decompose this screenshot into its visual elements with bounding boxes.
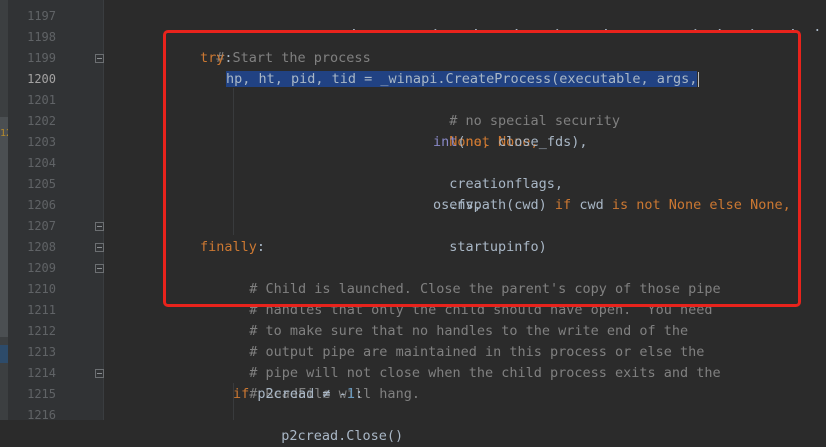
- builtin-name: int: [433, 134, 458, 150]
- code-line[interactable]: if p2cread ≠ -1:: [104, 384, 826, 405]
- line-number: 1211: [27, 303, 56, 317]
- line-number: 1204: [27, 156, 56, 170]
- line-number: 1206: [27, 198, 56, 212]
- fold-toggle-icon[interactable]: [95, 243, 104, 252]
- code-line[interactable]: creationflags,: [104, 153, 826, 192]
- line-number: 1202: [27, 114, 56, 128]
- fold-toggle-icon[interactable]: [95, 54, 104, 63]
- code-line[interactable]: # Start the process: [104, 27, 826, 66]
- fold-toggle-icon[interactable]: [95, 264, 104, 273]
- code-line[interactable]: os.fspath(cwd) if cwd is not None else N…: [104, 195, 826, 216]
- code-line[interactable]: int(not close_fds),: [104, 132, 826, 153]
- keyword: None: [750, 197, 783, 213]
- code-line-current[interactable]: hp, ht, pid, tid = _winapi.CreateProcess…: [104, 69, 826, 90]
- fold-toggle-icon[interactable]: [95, 369, 104, 378]
- code-line[interactable]: # handles that only the child should hav…: [104, 279, 826, 318]
- code-text: os.fspath(cwd): [433, 197, 555, 213]
- operator: ≠: [322, 386, 331, 402]
- code-line[interactable]: finally:: [104, 237, 826, 258]
- punctuation: :: [354, 386, 364, 402]
- line-number: 1212: [27, 324, 56, 338]
- line-number: 1213: [27, 345, 56, 359]
- code-line-partial[interactable]: . , . . , . , . , . . ,: [104, 0, 826, 35]
- keyword: None: [668, 197, 702, 213]
- code-line[interactable]: # Child is launched. Close the parent's …: [104, 258, 826, 297]
- scroll-marker-active: [0, 345, 8, 363]
- keyword: if: [554, 197, 572, 213]
- code-line[interactable]: # ReadFile will hang.: [104, 363, 826, 402]
- code-line[interactable]: # pipe will not close when the child pro…: [104, 342, 826, 381]
- keyword: try: [200, 50, 225, 66]
- keyword: if: [233, 386, 250, 402]
- line-number: 1207: [27, 219, 56, 233]
- punctuation: :: [224, 50, 233, 66]
- scroll-marker: [0, 117, 8, 337]
- keyword: is not: [611, 197, 661, 213]
- line-number: 1210: [27, 282, 56, 296]
- punctuation: :: [256, 239, 266, 255]
- line-number: 1205: [27, 177, 56, 191]
- code-line[interactable]: try:: [104, 48, 826, 69]
- code-line[interactable]: startupinfo): [104, 216, 826, 255]
- code-text: cwd: [571, 197, 612, 213]
- line-number: 1203: [27, 135, 56, 149]
- keyword: else: [709, 197, 742, 213]
- punctuation: ,: [782, 197, 791, 213]
- line-number: 1215: [27, 387, 56, 401]
- line-number: 1214: [27, 366, 56, 380]
- code-line[interactable]: p2cread.Close(): [104, 405, 826, 444]
- code-line[interactable]: env,: [104, 174, 826, 213]
- code-line[interactable]: # no special security: [104, 90, 826, 129]
- line-number: 1201: [27, 93, 56, 107]
- fold-toggle-icon[interactable]: [95, 222, 104, 231]
- code-line[interactable]: # to make sure that no handles to the wr…: [104, 300, 826, 339]
- code-text: p2cread.Close(): [281, 428, 404, 444]
- selected-code[interactable]: hp, ht, pid, tid = _winapi.CreateProcess…: [226, 71, 698, 87]
- code-line[interactable]: # output pipe are maintained in this pro…: [104, 321, 826, 360]
- line-number: 1198: [27, 30, 56, 44]
- line-number: 1199: [27, 51, 56, 65]
- line-number: 1209: [27, 261, 56, 275]
- line-number: 1197: [27, 9, 56, 23]
- code-line[interactable]: None, None,: [104, 111, 826, 150]
- code-text: p2cread: [249, 386, 323, 402]
- punctuation: (: [457, 134, 466, 150]
- line-number: 1216: [27, 408, 56, 422]
- code-text: -: [330, 386, 347, 402]
- left-tool-strip: [0, 0, 8, 420]
- keyword: finally: [200, 239, 257, 255]
- keyword: not: [465, 134, 490, 150]
- line-number-current: 1200: [27, 72, 56, 86]
- text-caret: [698, 71, 700, 87]
- line-number: 1208: [27, 240, 56, 254]
- number-literal: 1: [346, 386, 355, 402]
- code-text: close_fds),: [489, 134, 588, 150]
